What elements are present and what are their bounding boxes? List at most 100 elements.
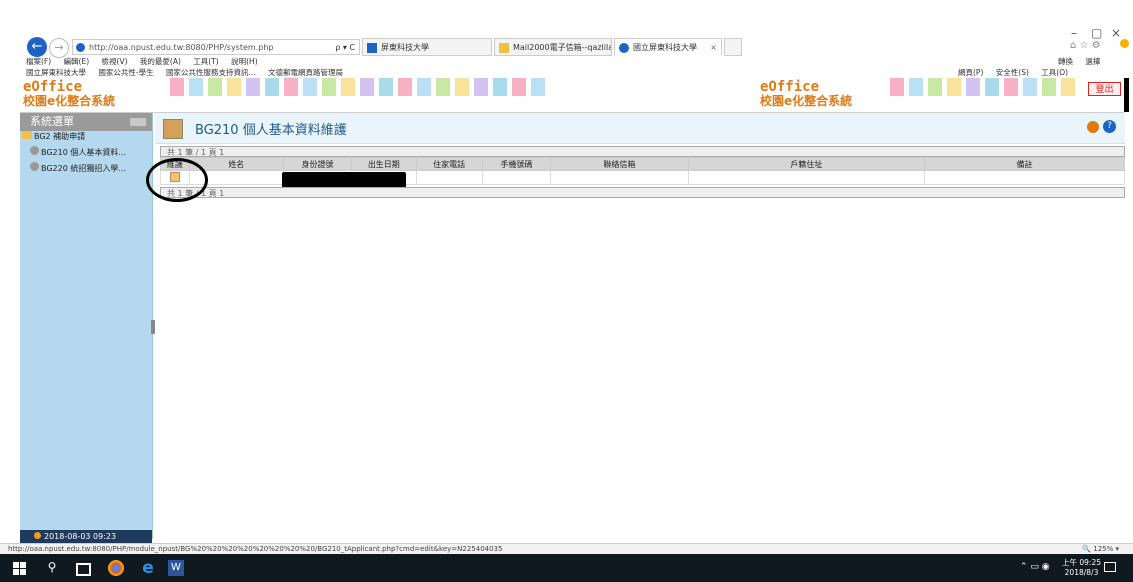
home-phone-cell <box>415 170 483 185</box>
sidebar-group[interactable]: BG2 補助申請 <box>22 131 85 142</box>
sidebar-title: 系統選單 <box>30 115 74 128</box>
safety-menu[interactable]: 安全性(S) <box>996 68 1029 77</box>
home-star-gear-icons[interactable]: ⌂ ☆ ⚙ <box>1070 40 1101 51</box>
color-stripe <box>1023 78 1037 96</box>
refresh-icon[interactable] <box>1087 121 1099 133</box>
color-stripe <box>360 78 374 96</box>
col-header[interactable]: 住家電話 <box>415 157 483 171</box>
menu-bar: 檔案(F) 編輯(E) 檢視(V) 我的最愛(A) 工具(T) 說明(H) <box>26 56 268 67</box>
favorite-item[interactable]: 國立屏東科技大學 <box>26 68 86 77</box>
task-view-icon[interactable] <box>76 563 91 576</box>
folder-icon <box>22 131 32 139</box>
collapse-sidebar-icon[interactable] <box>130 118 146 126</box>
pager-top-text: 共 1 筆 / 1 頁 1 <box>167 148 225 157</box>
tab-label: 屏東科技大學 <box>381 43 429 52</box>
col-header[interactable]: 備註 <box>924 157 1125 171</box>
address-text: http://oaa.npust.edu.tw:8080/PHP/system.… <box>89 43 274 52</box>
sidebar-item-bg220[interactable]: BG220 統招獨招入學... <box>30 162 126 174</box>
close-tab-icon[interactable]: × <box>710 39 717 55</box>
chrome-icon[interactable] <box>108 560 124 576</box>
annotation-circle <box>146 158 208 202</box>
col-header[interactable]: 手機號碼 <box>481 157 552 171</box>
color-stripes-left <box>170 78 545 96</box>
header-edge <box>1124 78 1129 112</box>
windows-start-icon[interactable] <box>12 560 28 576</box>
address-bar[interactable]: http://oaa.npust.edu.tw:8080/PHP/system.… <box>72 39 360 55</box>
tools-menu[interactable]: 工具(O) <box>1041 68 1068 77</box>
tray-icons[interactable]: ⌃ ▭ ◉ <box>1020 562 1050 572</box>
favorite-item[interactable]: 文德郵電網頁路管理局 <box>268 68 343 77</box>
menu-file[interactable]: 檔案(F) <box>26 57 51 66</box>
color-stripe <box>909 78 923 96</box>
clock-date: 2018/8/3 <box>1064 568 1099 577</box>
clock[interactable]: 上午 09:25 2018/8/3 <box>1062 558 1101 578</box>
select-button[interactable]: 選擇 <box>1085 57 1100 66</box>
color-stripe <box>265 78 279 96</box>
ie-favicon-icon <box>619 43 629 53</box>
page-title: BG210 個人基本資料維護 <box>195 123 347 138</box>
favorite-item[interactable]: 國家公共性-學生 <box>98 68 153 77</box>
color-stripes-right <box>890 78 1080 96</box>
pager-bottom: 共 1 筆 / 1 頁 1 <box>160 187 1125 198</box>
clock-icon <box>34 532 41 539</box>
menu-favorites[interactable]: 我的最愛(A) <box>140 57 181 66</box>
color-stripe <box>928 78 942 96</box>
eoffice-header: eOffice 校園e化整合系統 eOffice 校園e化整合系統 登出 <box>20 78 1129 113</box>
notification-icon[interactable] <box>1104 562 1116 572</box>
minimize-button[interactable]: – <box>1071 26 1077 40</box>
forward-button[interactable]: → <box>49 38 69 58</box>
search-icon[interactable]: ⚲ <box>44 560 60 576</box>
program-icon <box>163 119 183 139</box>
color-stripe <box>531 78 545 96</box>
status-url: http://oaa.npust.edu.tw:8080/PHP/module_… <box>8 545 503 553</box>
color-stripe <box>246 78 260 96</box>
logout-button[interactable]: 登出 <box>1088 82 1121 96</box>
redacted-cell <box>281 170 417 188</box>
color-stripe <box>455 78 469 96</box>
color-stripe <box>322 78 336 96</box>
col-header[interactable]: 出生日期 <box>351 157 417 171</box>
word-icon[interactable]: W <box>168 560 184 576</box>
smiley-icon[interactable] <box>1120 39 1129 48</box>
mobile-cell <box>481 170 552 185</box>
command-bar: 網頁(P) 安全性(S) 工具(O) <box>958 67 1078 78</box>
color-stripe <box>284 78 298 96</box>
restore-button[interactable]: ▢ <box>1091 26 1102 40</box>
menu-view[interactable]: 檢視(V) <box>102 57 128 66</box>
favorite-item[interactable]: 國家公共性服務支持資訊... <box>166 68 256 77</box>
eoffice-logo-right: eOffice 校園e化整合系統 <box>760 79 852 109</box>
help-icon[interactable]: ? <box>1103 120 1116 133</box>
taskbar: ⚲ e W ⌃ ▭ ◉ 上午 09:25 2018/8/3 <box>0 554 1133 582</box>
tab-2[interactable]: Mail2000電子信箱--qazlilan... <box>494 38 612 56</box>
search-refresh-icon[interactable]: ρ ▾ C <box>335 40 355 56</box>
menu-edit[interactable]: 編輯(E) <box>64 57 90 66</box>
col-header[interactable]: 聯絡信箱 <box>550 157 689 171</box>
color-stripe <box>417 78 431 96</box>
browser-chrome: ← → http://oaa.npust.edu.tw:8080/PHP/sys… <box>0 0 1133 78</box>
clock-time: 上午 09:25 <box>1062 558 1101 567</box>
color-stripe <box>512 78 526 96</box>
col-header[interactable]: 戶籍住址 <box>687 157 926 171</box>
close-window-button[interactable]: × <box>1111 26 1121 40</box>
color-stripe <box>966 78 980 96</box>
color-stripe <box>947 78 961 96</box>
ie-page-icon <box>76 43 85 52</box>
back-button[interactable]: ← <box>27 37 47 57</box>
menu-tools[interactable]: 工具(T) <box>193 57 218 66</box>
page-menu[interactable]: 網頁(P) <box>958 68 983 77</box>
mail-favicon-icon <box>499 43 509 53</box>
email-cell <box>550 170 689 185</box>
logo-subtitle: 校園e化整合系統 <box>23 94 116 108</box>
internet-explorer-icon[interactable]: e <box>140 560 156 577</box>
tab-3[interactable]: 國立屏東科技大學 × <box>614 38 722 56</box>
data-table: 維護 姓名 身份證號 出生日期 住家電話 手機號碼 聯絡信箱 戶籍住址 備註 <box>160 157 1125 188</box>
convert-button[interactable]: 轉換 <box>1058 57 1073 66</box>
col-header[interactable]: 身份證號 <box>282 157 353 171</box>
tab-1[interactable]: 屏東科技大學 <box>362 38 492 56</box>
menu-help[interactable]: 說明(H) <box>231 57 258 66</box>
tab-label: 國立屏東科技大學 <box>633 43 697 52</box>
color-stripe <box>303 78 317 96</box>
color-stripe <box>1061 78 1075 96</box>
new-tab-button[interactable] <box>724 38 742 56</box>
sidebar-item-bg210[interactable]: BG210 個人基本資料... <box>30 146 126 158</box>
